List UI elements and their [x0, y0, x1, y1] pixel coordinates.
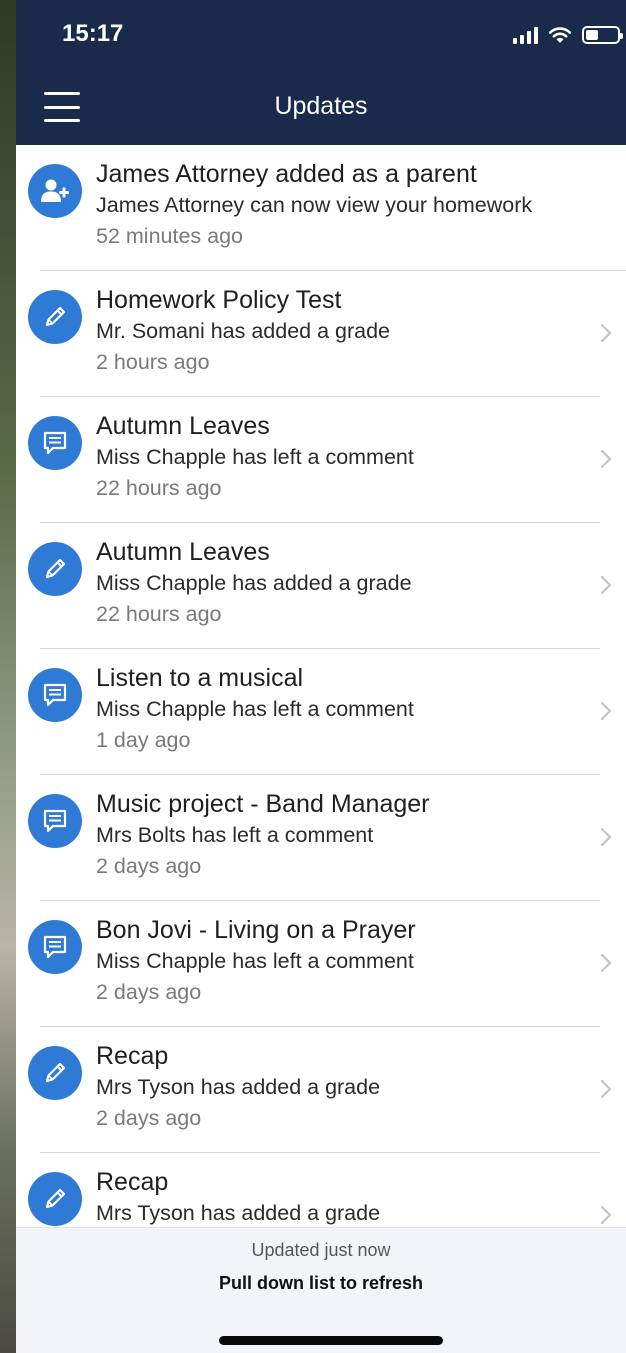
update-item[interactable]: James Attorney added as a parent James At… [16, 145, 626, 271]
update-title: James Attorney added as a parent [96, 160, 477, 188]
update-item[interactable]: Recap Mrs Tyson has added a grade [16, 1153, 626, 1227]
add-user-icon [28, 164, 82, 218]
refresh-status: Updated just now [251, 1240, 391, 1260]
comment-icon [28, 416, 82, 470]
update-item[interactable]: Listen to a musical Miss Chapple has left… [16, 649, 626, 775]
page-title: Updates [274, 92, 368, 120]
update-subtitle: Miss Chapple has added a grade [96, 571, 412, 595]
chevron-right-icon [600, 449, 612, 469]
update-title: Music project - Band Manager [96, 790, 430, 818]
update-text: Autumn Leaves Miss Chapple has left a com… [96, 410, 586, 504]
update-subtitle: Mr. Somani has added a grade [96, 319, 391, 343]
update-title: Listen to a musical [96, 664, 304, 692]
update-title: Autumn Leaves [96, 538, 270, 566]
update-title: Bon Jovi - Living on a Prayer [96, 916, 416, 944]
update-title: Homework Policy Test [96, 286, 342, 314]
update-title: Autumn Leaves [96, 412, 270, 440]
update-item[interactable]: Homework Policy Test Mr. Somani has added… [16, 271, 626, 397]
update-item[interactable]: Autumn Leaves Miss Chapple has added a gr… [16, 523, 626, 649]
update-subtitle: Miss Chapple has left a comment [96, 949, 414, 973]
updates-list[interactable]: James Attorney added as a parent James At… [16, 145, 626, 1227]
update-subtitle: Miss Chapple has left a comment [96, 697, 414, 721]
update-text: Music project - Band Manager Mrs Bolts ha… [96, 788, 586, 882]
chevron-right-icon [600, 953, 612, 973]
chevron-right-icon [600, 575, 612, 595]
pencil-icon [28, 542, 82, 596]
update-text: Homework Policy Test Mr. Somani has added… [96, 284, 586, 378]
wifi-icon [548, 27, 572, 43]
chevron-right-icon [600, 701, 612, 721]
chevron-right-icon [600, 1205, 612, 1225]
refresh-footer: Updated just now Pull down list to refre… [16, 1227, 626, 1353]
update-title: Recap [96, 1168, 169, 1196]
update-item[interactable]: Music project - Band Manager Mrs Bolts ha… [16, 775, 626, 901]
update-time: 2 days ago [96, 980, 202, 1004]
top-bar: 15:17 Updates [16, 0, 626, 145]
comment-icon [28, 668, 82, 722]
update-text: Autumn Leaves Miss Chapple has added a gr… [96, 536, 586, 630]
chevron-right-icon [600, 323, 612, 343]
update-text: Recap Mrs Tyson has added a grade 2 days a… [96, 1040, 586, 1134]
signal-icon [513, 26, 538, 44]
comment-icon [28, 794, 82, 848]
pencil-icon [28, 1046, 82, 1100]
update-subtitle: Miss Chapple has left a comment [96, 445, 414, 469]
update-text: James Attorney added as a parent James At… [96, 158, 586, 252]
update-time: 52 minutes ago [96, 224, 244, 248]
battery-icon [582, 26, 623, 44]
update-item[interactable]: Autumn Leaves Miss Chapple has left a com… [16, 397, 626, 523]
pencil-icon [28, 290, 82, 344]
update-text: Recap Mrs Tyson has added a grade [96, 1166, 586, 1227]
chevron-right-icon [600, 827, 612, 847]
status-time: 15:17 [62, 20, 124, 47]
update-title: Recap [96, 1042, 169, 1070]
status-icons [513, 22, 623, 48]
comment-icon [28, 920, 82, 974]
update-subtitle: Mrs Tyson has added a grade [96, 1201, 381, 1225]
home-indicator[interactable] [219, 1336, 443, 1345]
update-subtitle: Mrs Tyson has added a grade [96, 1075, 381, 1099]
update-item[interactable]: Recap Mrs Tyson has added a grade 2 days a… [16, 1027, 626, 1153]
update-time: 22 hours ago [96, 476, 222, 500]
update-text: Listen to a musical Miss Chapple has left… [96, 662, 586, 756]
update-time: 2 hours ago [96, 350, 210, 374]
chevron-right-icon [600, 1079, 612, 1099]
update-time: 22 hours ago [96, 602, 222, 626]
update-time: 2 days ago [96, 1106, 202, 1130]
update-time: 1 day ago [96, 728, 191, 752]
update-text: Bon Jovi - Living on a Prayer Miss Chappl… [96, 914, 586, 1008]
update-subtitle: Mrs Bolts has left a comment [96, 823, 374, 847]
pencil-icon [28, 1172, 82, 1226]
background-photo-strip [0, 0, 16, 1353]
update-subtitle: James Attorney can now view your homewor… [96, 193, 533, 217]
refresh-hint: Pull down list to refresh [218, 1273, 424, 1293]
app-screen: 15:17 Updates James Attorney added as a … [16, 0, 626, 1353]
update-item[interactable]: Bon Jovi - Living on a Prayer Miss Chappl… [16, 901, 626, 1027]
update-time: 2 days ago [96, 854, 202, 878]
